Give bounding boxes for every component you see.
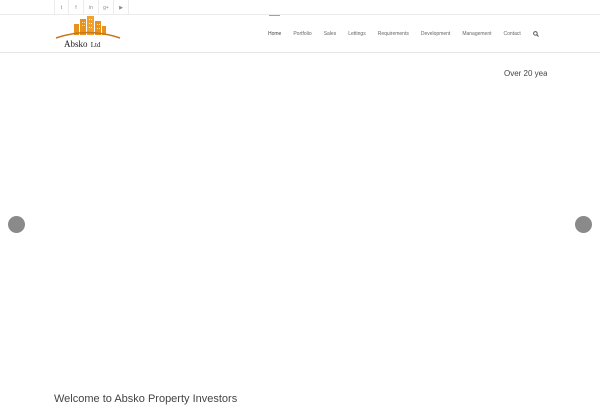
slide-caption: Over 20 yea	[504, 69, 547, 78]
slider-next-button[interactable]	[575, 216, 592, 233]
top-bar: t f in g+ ▶	[0, 0, 600, 15]
linkedin-icon[interactable]: in	[84, 0, 99, 15]
nav-item-home[interactable]: Home	[262, 15, 287, 53]
hero-slider: Over 20 yea	[0, 54, 600, 400]
site-logo[interactable]: Absko Ltd	[54, 15, 122, 53]
welcome-heading: Welcome to Absko Property Investors	[54, 393, 238, 405]
search-icon[interactable]	[527, 15, 545, 53]
nav-item-development[interactable]: Development	[415, 15, 456, 53]
nav-item-contact[interactable]: Contact	[498, 15, 527, 53]
site-header: Absko Ltd Home Portfolio Sales Lettings …	[0, 15, 600, 53]
youtube-icon[interactable]: ▶	[114, 0, 129, 15]
twitter-icon[interactable]: t	[54, 0, 69, 15]
logo-text: Absko Ltd	[64, 39, 101, 49]
facebook-icon[interactable]: f	[69, 0, 84, 15]
nav-item-portfolio[interactable]: Portfolio	[287, 15, 317, 53]
nav-item-requirements[interactable]: Requirements	[372, 15, 415, 53]
nav-item-lettings[interactable]: Lettings	[342, 15, 372, 53]
slider-prev-button[interactable]	[8, 216, 25, 233]
google-plus-icon[interactable]: g+	[99, 0, 114, 15]
nav-item-sales[interactable]: Sales	[318, 15, 343, 53]
nav-item-management[interactable]: Management	[456, 15, 497, 53]
social-links: t f in g+ ▶	[54, 0, 129, 15]
main-nav: Home Portfolio Sales Lettings Requiremen…	[262, 15, 545, 53]
